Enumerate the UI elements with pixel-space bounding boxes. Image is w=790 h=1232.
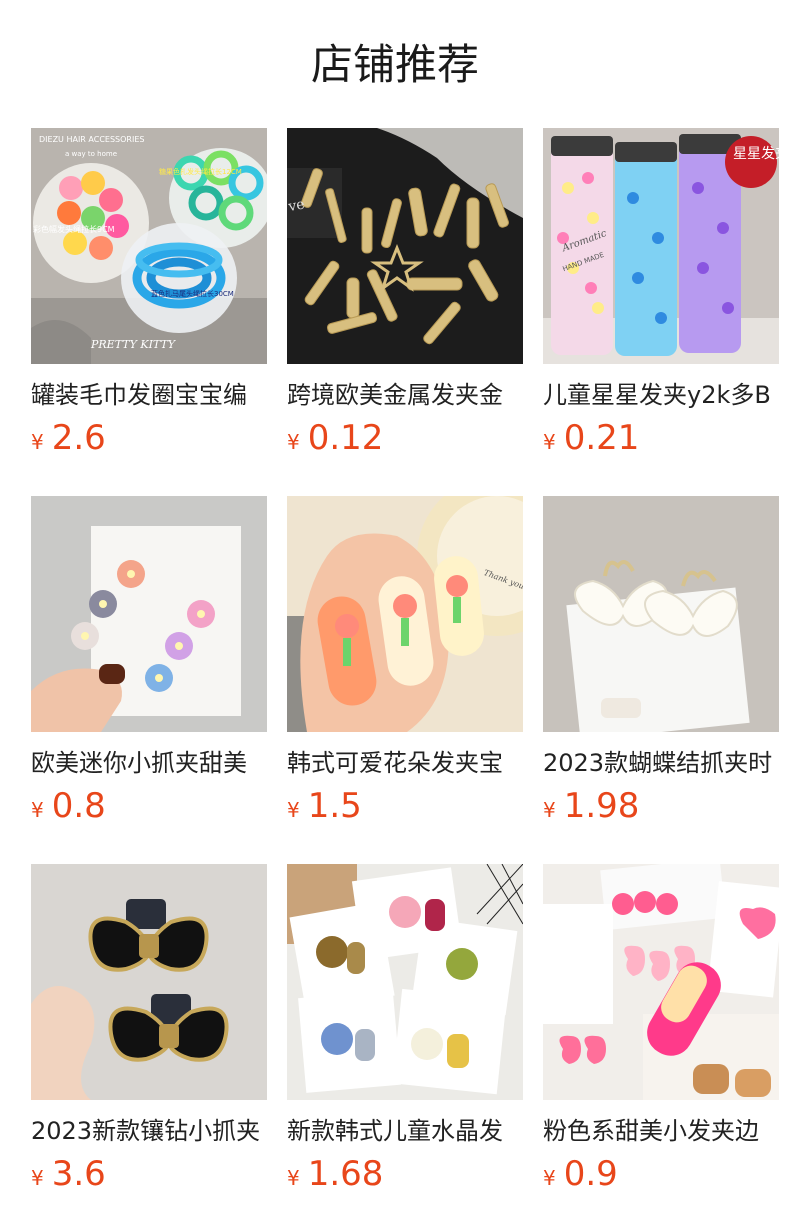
product-name[interactable]: 罐装毛巾发圈宝宝编 xyxy=(31,378,267,412)
pink-sweet-clips-image[interactable] xyxy=(543,864,779,1100)
product-card[interactable]: 星星发夹 Aromatic HAND MADE 儿童星星发夹y2k多B ¥0.2… xyxy=(543,128,779,496)
product-name[interactable]: 儿童星星发夹y2k多B xyxy=(543,378,779,412)
product-grid: DIEZU HAIR ACCESSORIES a way to home 彩色幅… xyxy=(31,128,790,1232)
currency-symbol: ¥ xyxy=(543,798,556,822)
price-value: 2.6 xyxy=(51,418,106,458)
product-name[interactable]: 韩式可爱花朵发夹宝 xyxy=(287,746,523,780)
product-card[interactable]: DIEZU HAIR ACCESSORIES a way to home 彩色幅… xyxy=(31,128,267,496)
product-name[interactable]: 粉色系甜美小发夹边 xyxy=(543,1114,779,1148)
svg-text:ve: ve xyxy=(287,196,306,215)
jar-label-1: 彩色幅发头绳拉长9CM xyxy=(33,224,115,234)
star-clips-tubes-image[interactable]: 星星发夹 Aromatic HAND MADE xyxy=(543,128,779,364)
currency-symbol: ¥ xyxy=(31,798,44,822)
price-value: 1.5 xyxy=(307,786,362,826)
currency-symbol: ¥ xyxy=(31,430,44,454)
gold-hair-clips-image[interactable]: ve xyxy=(287,128,523,364)
jar-sub-text: a way to home xyxy=(65,150,117,158)
product-price: ¥0.21 xyxy=(543,418,779,458)
currency-symbol: ¥ xyxy=(287,1166,300,1190)
product-name[interactable]: 跨境欧美金属发夹金 xyxy=(287,378,523,412)
price-value: 3.6 xyxy=(51,1154,106,1194)
price-value: 0.12 xyxy=(307,418,384,458)
product-name[interactable]: 新款韩式儿童水晶发 xyxy=(287,1114,523,1148)
page-title: 店铺推荐 xyxy=(310,40,479,89)
jar-top-text: DIEZU HAIR ACCESSORIES xyxy=(39,135,144,144)
product-card[interactable]: 2023款蝴蝶结抓夹时 ¥1.98 xyxy=(543,496,779,864)
product-name[interactable]: 欧美迷你小抓夹甜美 xyxy=(31,746,267,780)
currency-symbol: ¥ xyxy=(543,1166,556,1190)
price-value: 0.21 xyxy=(563,418,640,458)
product-price: ¥3.6 xyxy=(31,1154,267,1194)
product-price: ¥1.5 xyxy=(287,786,523,826)
product-price: ¥0.12 xyxy=(287,418,523,458)
flower-claw-clips-image[interactable] xyxy=(31,496,267,732)
currency-symbol: ¥ xyxy=(287,798,300,822)
currency-symbol: ¥ xyxy=(543,430,556,454)
jar-label-2: 蓝色扎马尾头绳拉长30CM xyxy=(151,289,234,298)
tulip-hair-clips-image[interactable]: Thank you please ur xyxy=(287,496,523,732)
price-value: 0.9 xyxy=(563,1154,618,1194)
currency-symbol: ¥ xyxy=(31,1166,44,1190)
product-card[interactable]: 2023新款镶钻小抓夹 ¥3.6 xyxy=(31,864,267,1232)
crystal-flower-clips-image[interactable] xyxy=(287,864,523,1100)
velvet-bow-clips-image[interactable] xyxy=(31,864,267,1100)
hair-ties-jar-image[interactable]: DIEZU HAIR ACCESSORIES a way to home 彩色幅… xyxy=(31,128,267,364)
price-value: 1.68 xyxy=(307,1154,384,1194)
product-price: ¥1.68 xyxy=(287,1154,523,1194)
product-price: ¥0.8 xyxy=(31,786,267,826)
price-value: 0.8 xyxy=(51,786,106,826)
currency-symbol: ¥ xyxy=(287,430,300,454)
jar-label-3: 糖果色扎发头绳拉长12CM xyxy=(159,167,242,176)
product-price: ¥0.9 xyxy=(543,1154,779,1194)
product-price: ¥2.6 xyxy=(31,418,267,458)
product-card[interactable]: 新款韩式儿童水晶发 ¥1.68 xyxy=(287,864,523,1232)
badge-text: 星星发夹 xyxy=(733,146,779,162)
product-card[interactable]: Thank you please ur 韩式可爱花朵发夹宝 ¥1.5 xyxy=(287,496,523,864)
product-name[interactable]: 2023新款镶钻小抓夹 xyxy=(31,1114,267,1148)
product-card[interactable]: ve 跨境欧美金属发夹金 ¥0.12 xyxy=(287,128,523,496)
product-price: ¥1.98 xyxy=(543,786,779,826)
product-card[interactable]: 欧美迷你小抓夹甜美 ¥0.8 xyxy=(31,496,267,864)
bow-claw-clips-image[interactable] xyxy=(543,496,779,732)
product-name[interactable]: 2023款蝴蝶结抓夹时 xyxy=(543,746,779,780)
product-card[interactable]: 粉色系甜美小发夹边 ¥0.9 xyxy=(543,864,779,1232)
jar-bottom-text: PRETTY KITTY xyxy=(90,338,177,351)
price-value: 1.98 xyxy=(563,786,640,826)
